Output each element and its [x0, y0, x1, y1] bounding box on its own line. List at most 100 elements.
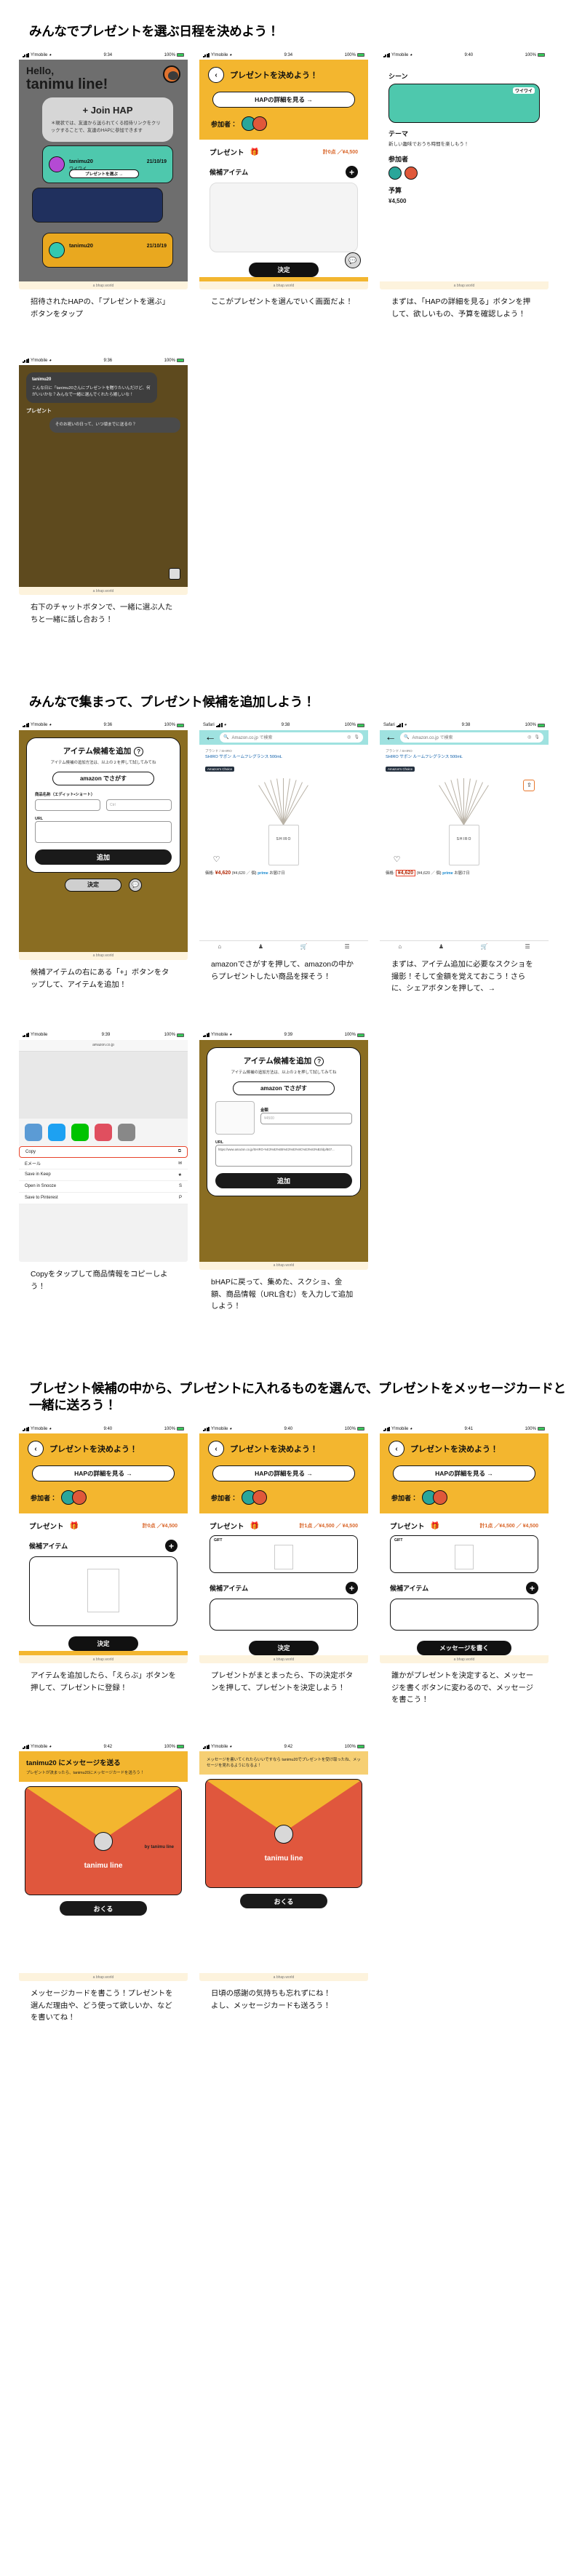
favorite-icon[interactable]: ♡	[394, 855, 401, 864]
search-amazon-button[interactable]: amazon でさがす	[233, 1081, 335, 1095]
candidate-list[interactable]	[390, 1599, 538, 1631]
hap-detail-button[interactable]: HAPの詳細を見る →	[212, 92, 355, 108]
send-button[interactable]: おくる	[60, 1901, 147, 1916]
share-action-copy[interactable]: Copy ⧉	[19, 1145, 188, 1158]
screen-header: ‹ プレゼントを決めよう！	[199, 60, 368, 84]
product-title[interactable]: SHIRO サボン ルームフレグランス 500mL	[386, 755, 543, 761]
person-icon[interactable]: ♟	[439, 943, 444, 950]
phone-mockup: Y!mobile ◕ 9:41 100% ‹ プレゼントを決めよう！ HAPの詳…	[380, 1424, 549, 1664]
section-send-present: プレゼント候補の中から、プレゼントに入れるものを選んで、プレゼントをメッセージカ…	[0, 1380, 582, 2025]
envelope-illustration[interactable]: tanimu line	[205, 1779, 362, 1889]
present-price: 計0点 ／¥4,500	[142, 1524, 178, 1529]
candidate-title: 候補アイテム	[210, 1585, 249, 1593]
phone-row: Y!mobile ◕ 9:34 100% Hello, tanimu line!	[10, 50, 572, 321]
share-action-email[interactable]: Eメール ✉	[19, 1158, 188, 1169]
url-bar: a bhap.world	[199, 1973, 368, 1982]
more-icon[interactable]	[118, 1123, 135, 1141]
favorite-icon[interactable]: ♡	[213, 855, 220, 864]
share-action-pinterest[interactable]: Save to Pinterest P	[19, 1193, 188, 1204]
back-button[interactable]: ‹	[28, 1441, 44, 1457]
amazon-search-input[interactable]: 🔍 Amazon.co.jp で検索 ◎ 🎙	[400, 732, 543, 743]
item-name-input[interactable]	[35, 799, 100, 811]
hap-detail-button[interactable]: HAPの詳細を見る →	[212, 1465, 355, 1482]
search-amazon-button[interactable]: amazon でさがす	[52, 771, 154, 785]
avatar[interactable]	[163, 65, 180, 84]
hap-card-navy[interactable]	[32, 188, 163, 223]
camera-icon[interactable]: ◎	[527, 735, 531, 740]
selected-present-box[interactable]: GIFT	[210, 1535, 358, 1574]
star-icon: ★	[178, 1172, 182, 1177]
add-item-button[interactable]: +	[165, 1540, 178, 1553]
amazon-tab-bar: ⌂ ♟ 🛒 ☰	[199, 940, 368, 952]
screenshot-thumbnail[interactable]	[215, 1101, 255, 1135]
decide-button[interactable]: 決定	[249, 263, 319, 278]
camera-icon[interactable]: ◎	[347, 735, 351, 740]
send-button[interactable]: おくる	[240, 1894, 327, 1909]
share-action-keep[interactable]: Save in Keep ★	[19, 1169, 188, 1181]
breadcrumb[interactable]: ブランド / SHIRO	[205, 749, 362, 753]
candidate-header: 候補アイテム +	[210, 166, 358, 179]
hap-card-gold[interactable]: tanimu20 21/10/19	[42, 233, 173, 268]
line-icon[interactable]	[71, 1123, 89, 1141]
help-icon[interactable]: ?	[314, 1056, 324, 1066]
status-bar: Safari ◕ 9:38 100%	[380, 720, 549, 730]
twitter-icon[interactable]	[95, 1123, 112, 1141]
add-item-button[interactable]: +	[346, 166, 358, 179]
add-button[interactable]: 追加	[215, 1173, 352, 1188]
airdrop-icon[interactable]	[25, 1123, 42, 1141]
item-price-input[interactable]: ¥4500	[260, 1113, 352, 1124]
back-arrow-icon[interactable]: ←	[204, 731, 216, 744]
url-input[interactable]	[35, 820, 172, 843]
product-title[interactable]: SHIRO サボン ルームフレグランス 500mL	[205, 755, 362, 761]
item-price-input[interactable]: Ctrl	[106, 799, 172, 811]
battery-icon	[176, 1745, 184, 1749]
chat-button[interactable]: 💬	[345, 252, 361, 269]
clock-label: 9:34	[284, 52, 293, 57]
join-hap-modal[interactable]: + Join HAP ＊現状では、友達から送られてくる招待リンクをクリックするこ…	[42, 97, 173, 142]
share-icon[interactable]: ⇪	[523, 779, 535, 791]
cart-icon[interactable]: 🛒	[300, 943, 308, 950]
envelope-illustration[interactable]: by tanimu line tanimu line	[25, 1786, 182, 1896]
choose-present-button[interactable]: プレゼントを選ぶ →	[69, 169, 139, 179]
add-button[interactable]: 追加	[35, 849, 172, 865]
chat-button[interactable]: 💬	[129, 878, 142, 892]
back-button[interactable]: ‹	[208, 1441, 224, 1457]
home-icon[interactable]: ⌂	[398, 943, 402, 950]
back-to-safari-label[interactable]: Safari	[383, 723, 395, 727]
candidate-list[interactable]	[29, 1556, 178, 1627]
participant-avatars	[61, 1490, 87, 1505]
menu-icon[interactable]: ☰	[344, 943, 349, 950]
back-button[interactable]: ‹	[388, 1441, 404, 1457]
candidate-list[interactable]	[210, 1599, 358, 1631]
help-icon[interactable]: ?	[134, 746, 144, 756]
person-icon[interactable]: ♟	[258, 943, 263, 950]
decide-button[interactable]: 決定	[249, 1641, 319, 1656]
add-item-button[interactable]: +	[526, 1582, 538, 1595]
battery-icon	[356, 1033, 364, 1037]
amazon-search-input[interactable]: 🔍 Amazon.co.jp で検索 ◎ 🎙	[220, 732, 363, 743]
menu-icon[interactable]: ☰	[525, 943, 530, 950]
form-note: アイテム候補の追加方法は、以上の２を押して試してみてね	[231, 1070, 337, 1075]
decide-button[interactable]: 決定	[65, 878, 121, 892]
hap-card-teal[interactable]: tanimu20 ワイワイ 21/10/19 プレゼントを選ぶ →	[42, 145, 173, 184]
reed-sticks	[439, 777, 489, 825]
back-to-safari-label[interactable]: Safari	[203, 723, 215, 727]
home-icon[interactable]: ⌂	[218, 943, 221, 950]
back-button[interactable]: ‹	[208, 67, 224, 84]
hap-detail-button[interactable]: HAPの詳細を見る →	[393, 1465, 535, 1482]
back-arrow-icon[interactable]: ←	[385, 731, 396, 744]
share-action-snooze[interactable]: Open in Snooze S	[19, 1181, 188, 1193]
cart-icon[interactable]: 🛒	[481, 943, 488, 950]
mic-icon[interactable]: 🎙	[534, 735, 540, 740]
decide-button[interactable]: 決定	[68, 1636, 138, 1652]
url-input[interactable]: https://www.amazon.co.jp/SHIRO-%E3%82%B5…	[215, 1145, 352, 1167]
breadcrumb[interactable]: ブランド / SHIRO	[386, 749, 543, 753]
mic-icon[interactable]: 🎙	[354, 735, 359, 740]
chat-input-button[interactable]	[169, 568, 180, 580]
write-message-button[interactable]: メッセージを書く	[417, 1641, 511, 1656]
hap-detail-button[interactable]: HAPの詳細を見る →	[32, 1465, 175, 1482]
selected-present-box[interactable]: GIFT	[390, 1535, 538, 1574]
clock-label: 9:39	[101, 1033, 111, 1038]
messages-icon[interactable]	[48, 1123, 65, 1141]
add-item-button[interactable]: +	[346, 1582, 358, 1595]
